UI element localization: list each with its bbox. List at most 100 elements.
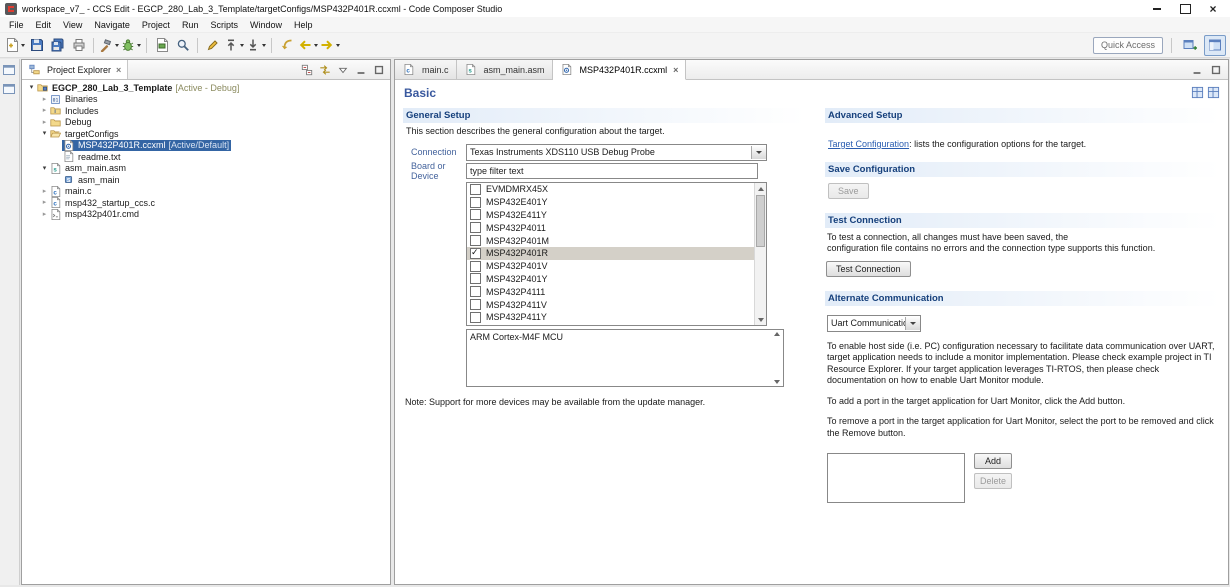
forward-button[interactable] [319, 35, 341, 55]
device-list-scrollbar[interactable] [754, 183, 766, 325]
add-port-button[interactable]: Add [974, 453, 1012, 470]
communication-type-select[interactable]: Uart Communication [827, 314, 921, 332]
tree-item-main-c[interactable]: ▸ c main.c [22, 185, 390, 198]
menu-help[interactable]: Help [288, 19, 319, 31]
minimize-button[interactable] [1143, 1, 1171, 16]
test-connection-button[interactable]: Test Connection [826, 260, 911, 277]
quick-access-button[interactable]: Quick Access [1092, 36, 1163, 54]
expand-arrow-icon[interactable]: ▸ [40, 94, 49, 106]
maximize-view-button[interactable] [371, 62, 387, 78]
menu-navigate[interactable]: Navigate [88, 19, 136, 31]
previous-annotation-button[interactable] [223, 35, 245, 55]
minimize-view-button[interactable] [353, 62, 369, 78]
form-grid-icon-1[interactable] [1191, 86, 1204, 99]
device-row-msp432p401y[interactable]: MSP432P401Y [467, 273, 755, 286]
view-menu-button[interactable] [335, 62, 351, 78]
scrollbar-thumb[interactable] [756, 195, 765, 247]
tree-item-asm-main[interactable]: Sasm_main [22, 174, 390, 186]
dropdown-caret-icon[interactable] [262, 43, 266, 47]
minimize-editor-button[interactable] [1189, 62, 1205, 78]
tree-item-includes[interactable]: ▸ i Includes [22, 105, 390, 117]
tree-item-msp432p401r-cmd[interactable]: ▸ msp432p401r.cmd [22, 208, 390, 221]
device-row-msp432p401v[interactable]: MSP432P401V [467, 260, 755, 273]
device-description-box[interactable]: ARM Cortex-M4F MCU [466, 329, 784, 387]
ccs-edit-perspective-button[interactable] [1204, 34, 1226, 56]
chevron-down-icon[interactable] [905, 316, 920, 330]
collapse-arrow-icon[interactable]: ▾ [40, 128, 49, 140]
scroll-down-icon[interactable] [755, 314, 766, 325]
dropdown-caret-icon[interactable] [115, 43, 119, 47]
form-grid-icon-2[interactable] [1207, 86, 1220, 99]
menu-window[interactable]: Window [244, 19, 288, 31]
search-button[interactable] [172, 35, 193, 55]
editor-tab-asm-main-asm[interactable]: s asm_main.asm [456, 60, 553, 79]
device-checkbox[interactable] [470, 286, 481, 298]
dropdown-caret-icon[interactable] [21, 43, 25, 47]
collapse-arrow-icon[interactable]: ▾ [40, 163, 49, 175]
dropdown-caret-icon[interactable] [240, 43, 244, 47]
editor-tab-main-c[interactable]: c main.c [395, 60, 457, 79]
device-row-evmdmrx45x[interactable]: EVMDMRX45X [467, 183, 755, 196]
next-annotation-button[interactable] [245, 35, 267, 55]
scroll-up-icon[interactable] [755, 183, 766, 194]
save-all-button[interactable] [47, 35, 68, 55]
minimized-view-icon[interactable] [2, 82, 17, 97]
device-checkbox[interactable] [470, 311, 481, 323]
device-checkbox[interactable] [470, 247, 481, 259]
target-configuration-link[interactable]: Target Configuration [828, 139, 909, 149]
tree-item-egcp-280-lab-3-template[interactable]: ▾ EGCP_280_Lab_3_Template [Active - Debug] [22, 82, 390, 94]
tree-item-binaries[interactable]: ▸ 01 Binaries [22, 94, 390, 106]
device-checkbox[interactable] [470, 260, 481, 272]
expand-arrow-icon[interactable]: ▸ [40, 117, 49, 129]
uart-port-list[interactable] [827, 453, 965, 504]
chevron-down-icon[interactable] [751, 145, 766, 159]
device-row-msp432p4111[interactable]: MSP432P4111 [467, 285, 755, 298]
menu-run[interactable]: Run [176, 19, 205, 31]
dropdown-caret-icon[interactable] [314, 43, 318, 47]
print-button[interactable] [68, 35, 89, 55]
editor-tab-msp432p401r-ccxml[interactable]: MSP432P401R.ccxml × [552, 60, 687, 80]
mark-occurrences-button[interactable] [202, 35, 223, 55]
device-checkbox[interactable] [470, 196, 481, 208]
device-row-msp432p401r[interactable]: MSP432P401R [467, 247, 755, 260]
close-view-icon[interactable]: × [116, 65, 121, 75]
save-button[interactable]: Save [828, 183, 869, 199]
project-explorer-tab[interactable]: Project Explorer × [22, 60, 129, 79]
menu-file[interactable]: File [3, 19, 30, 31]
device-checkbox[interactable] [470, 209, 481, 221]
device-row-msp432p401m[interactable]: MSP432P401M [467, 234, 755, 247]
tree-item-debug[interactable]: ▸ Debug [22, 117, 390, 129]
device-checkbox[interactable] [470, 299, 481, 311]
menu-edit[interactable]: Edit [30, 19, 58, 31]
link-with-editor-button[interactable] [317, 62, 333, 78]
expand-arrow-icon[interactable]: ▸ [40, 209, 49, 221]
last-edit-location-button[interactable] [276, 35, 297, 55]
device-filter-input[interactable] [466, 163, 758, 179]
menu-scripts[interactable]: Scripts [204, 19, 244, 31]
tree-item-msp432p401r-ccxml[interactable]: MSP432P401R.ccxml [Active/Default] [22, 139, 390, 151]
menu-project[interactable]: Project [136, 19, 176, 31]
scroll-up-icon[interactable] [773, 332, 780, 336]
device-row-msp432p411y[interactable]: MSP432P411Y [467, 311, 755, 324]
save-button[interactable] [26, 35, 47, 55]
device-checkbox[interactable] [470, 183, 481, 195]
tree-item-asm-main-asm[interactable]: ▾ s asm_main.asm [22, 162, 390, 175]
new-file-button[interactable] [4, 35, 26, 55]
device-row-msp432e411y[interactable]: MSP432E411Y [467, 209, 755, 222]
expand-arrow-icon[interactable]: ▸ [40, 105, 49, 117]
minimized-view-icon[interactable] [2, 63, 17, 78]
menu-view[interactable]: View [57, 19, 88, 31]
collapse-arrow-icon[interactable]: ▾ [27, 82, 36, 94]
back-button[interactable] [297, 35, 319, 55]
scroll-down-icon[interactable] [773, 380, 780, 384]
tree-item-msp432-startup-ccs-c[interactable]: ▸ c msp432_startup_ccs.c [22, 197, 390, 209]
dropdown-caret-icon[interactable] [137, 43, 141, 47]
device-row-msp432p411v[interactable]: MSP432P411V [467, 298, 755, 311]
device-row-msp432p4011[interactable]: MSP432P4011 [467, 221, 755, 234]
close-button[interactable]: × [1199, 1, 1227, 16]
debug-button[interactable] [120, 35, 142, 55]
device-row-msp432e401y[interactable]: MSP432E401Y [467, 196, 755, 209]
tree-item-readme-txt[interactable]: readme.txt [22, 151, 390, 163]
maximize-button[interactable] [1171, 1, 1199, 16]
new-target-configuration-button[interactable] [151, 35, 172, 55]
